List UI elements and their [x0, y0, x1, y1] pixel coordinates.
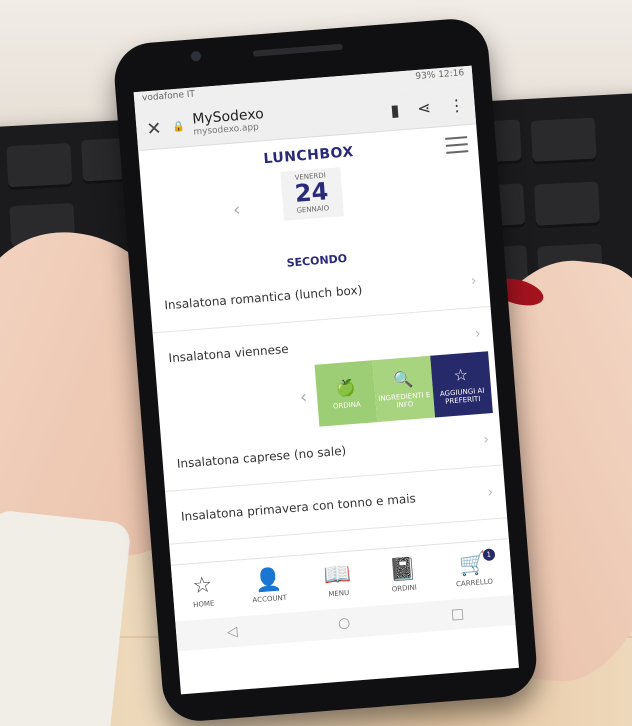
menu-item-label: Insalatona primavera con tonno e mais	[180, 491, 417, 524]
ingredients-button[interactable]: 🔍 INGREDIENTI E INFO	[372, 355, 436, 423]
nav-cart[interactable]: 🛒 1 CARRELLO	[454, 547, 496, 588]
menu-item-label: Insalatona viennese	[168, 342, 290, 366]
previous-date-icon[interactable]: ‹	[232, 199, 241, 221]
carrier-label: vodafone IT	[141, 89, 196, 104]
back-icon[interactable]: ◁	[226, 624, 238, 641]
add-favorite-label: AGGIUNGI AI PREFERITI	[439, 386, 485, 406]
chevron-right-icon: ›	[482, 431, 490, 448]
notebook-icon: 📓	[388, 556, 418, 584]
chevron-right-icon: ›	[474, 325, 482, 343]
more-options-icon[interactable]: ⋮	[448, 95, 465, 115]
user-icon: 👤	[253, 566, 283, 594]
hamburger-menu-icon[interactable]	[445, 131, 469, 159]
phone-screen: vodafone IT 93% 12:16 ✕ 🔒 MySodexo mysod…	[133, 65, 519, 695]
chevron-right-icon: ›	[470, 273, 478, 290]
smartphone: vodafone IT 93% 12:16 ✕ 🔒 MySodexo mysod…	[111, 16, 540, 724]
bookmark-icon[interactable]: ▮	[390, 100, 400, 120]
star-icon: ☆	[452, 364, 469, 385]
time-label: 12:16	[437, 68, 465, 81]
date-selector: VENERDI 24 GENNAIO	[279, 167, 344, 222]
camera-icon	[190, 50, 202, 62]
order-button[interactable]: 🍏 ORDINA	[314, 360, 378, 427]
nav-orders[interactable]: 📓 ORDINI	[388, 556, 418, 593]
nav-menu[interactable]: 📖 MENU	[322, 561, 353, 598]
cart-count-badge: 1	[482, 547, 496, 561]
nav-account-label: ACCOUNT	[252, 593, 288, 604]
lock-icon: 🔒	[172, 120, 186, 133]
app-content: LUNCHBOX ‹ VENERDI 24 GENNAIO SECONDO In…	[138, 124, 516, 652]
nav-orders-label: ORDINI	[391, 583, 418, 593]
menu-item-label: Insalatona romantica (lunch box)	[163, 283, 363, 313]
home-icon[interactable]: ○	[337, 615, 350, 632]
close-icon[interactable]: ✕	[146, 117, 166, 140]
battery-label: 93%	[415, 70, 436, 83]
ingredients-label: INGREDIENTI E INFO	[378, 390, 431, 410]
nav-menu-label: MENU	[328, 588, 350, 598]
sleeve	[0, 509, 132, 726]
speaker	[252, 43, 343, 57]
book-icon: 📖	[322, 561, 352, 589]
search-icon: 🔍	[392, 368, 414, 390]
recents-icon[interactable]: □	[450, 606, 464, 623]
apple-icon: 🍏	[334, 377, 357, 398]
nav-account[interactable]: 👤 ACCOUNT	[250, 566, 288, 604]
order-label: ORDINA	[332, 400, 362, 411]
star-icon: ☆	[191, 572, 214, 599]
nav-home-label: HOME	[192, 598, 215, 609]
chevron-right-icon: ›	[486, 484, 494, 501]
chevron-left-icon[interactable]: ‹	[299, 386, 308, 408]
nav-cart-label: CARRELLO	[455, 577, 494, 588]
nav-home[interactable]: ☆ HOME	[191, 572, 215, 609]
share-icon[interactable]: ⋖	[417, 97, 432, 117]
add-favorite-button[interactable]: ☆ AGGIUNGI AI PREFERITI	[430, 351, 493, 418]
menu-item-label: Insalatona caprese (no sale)	[176, 443, 347, 472]
